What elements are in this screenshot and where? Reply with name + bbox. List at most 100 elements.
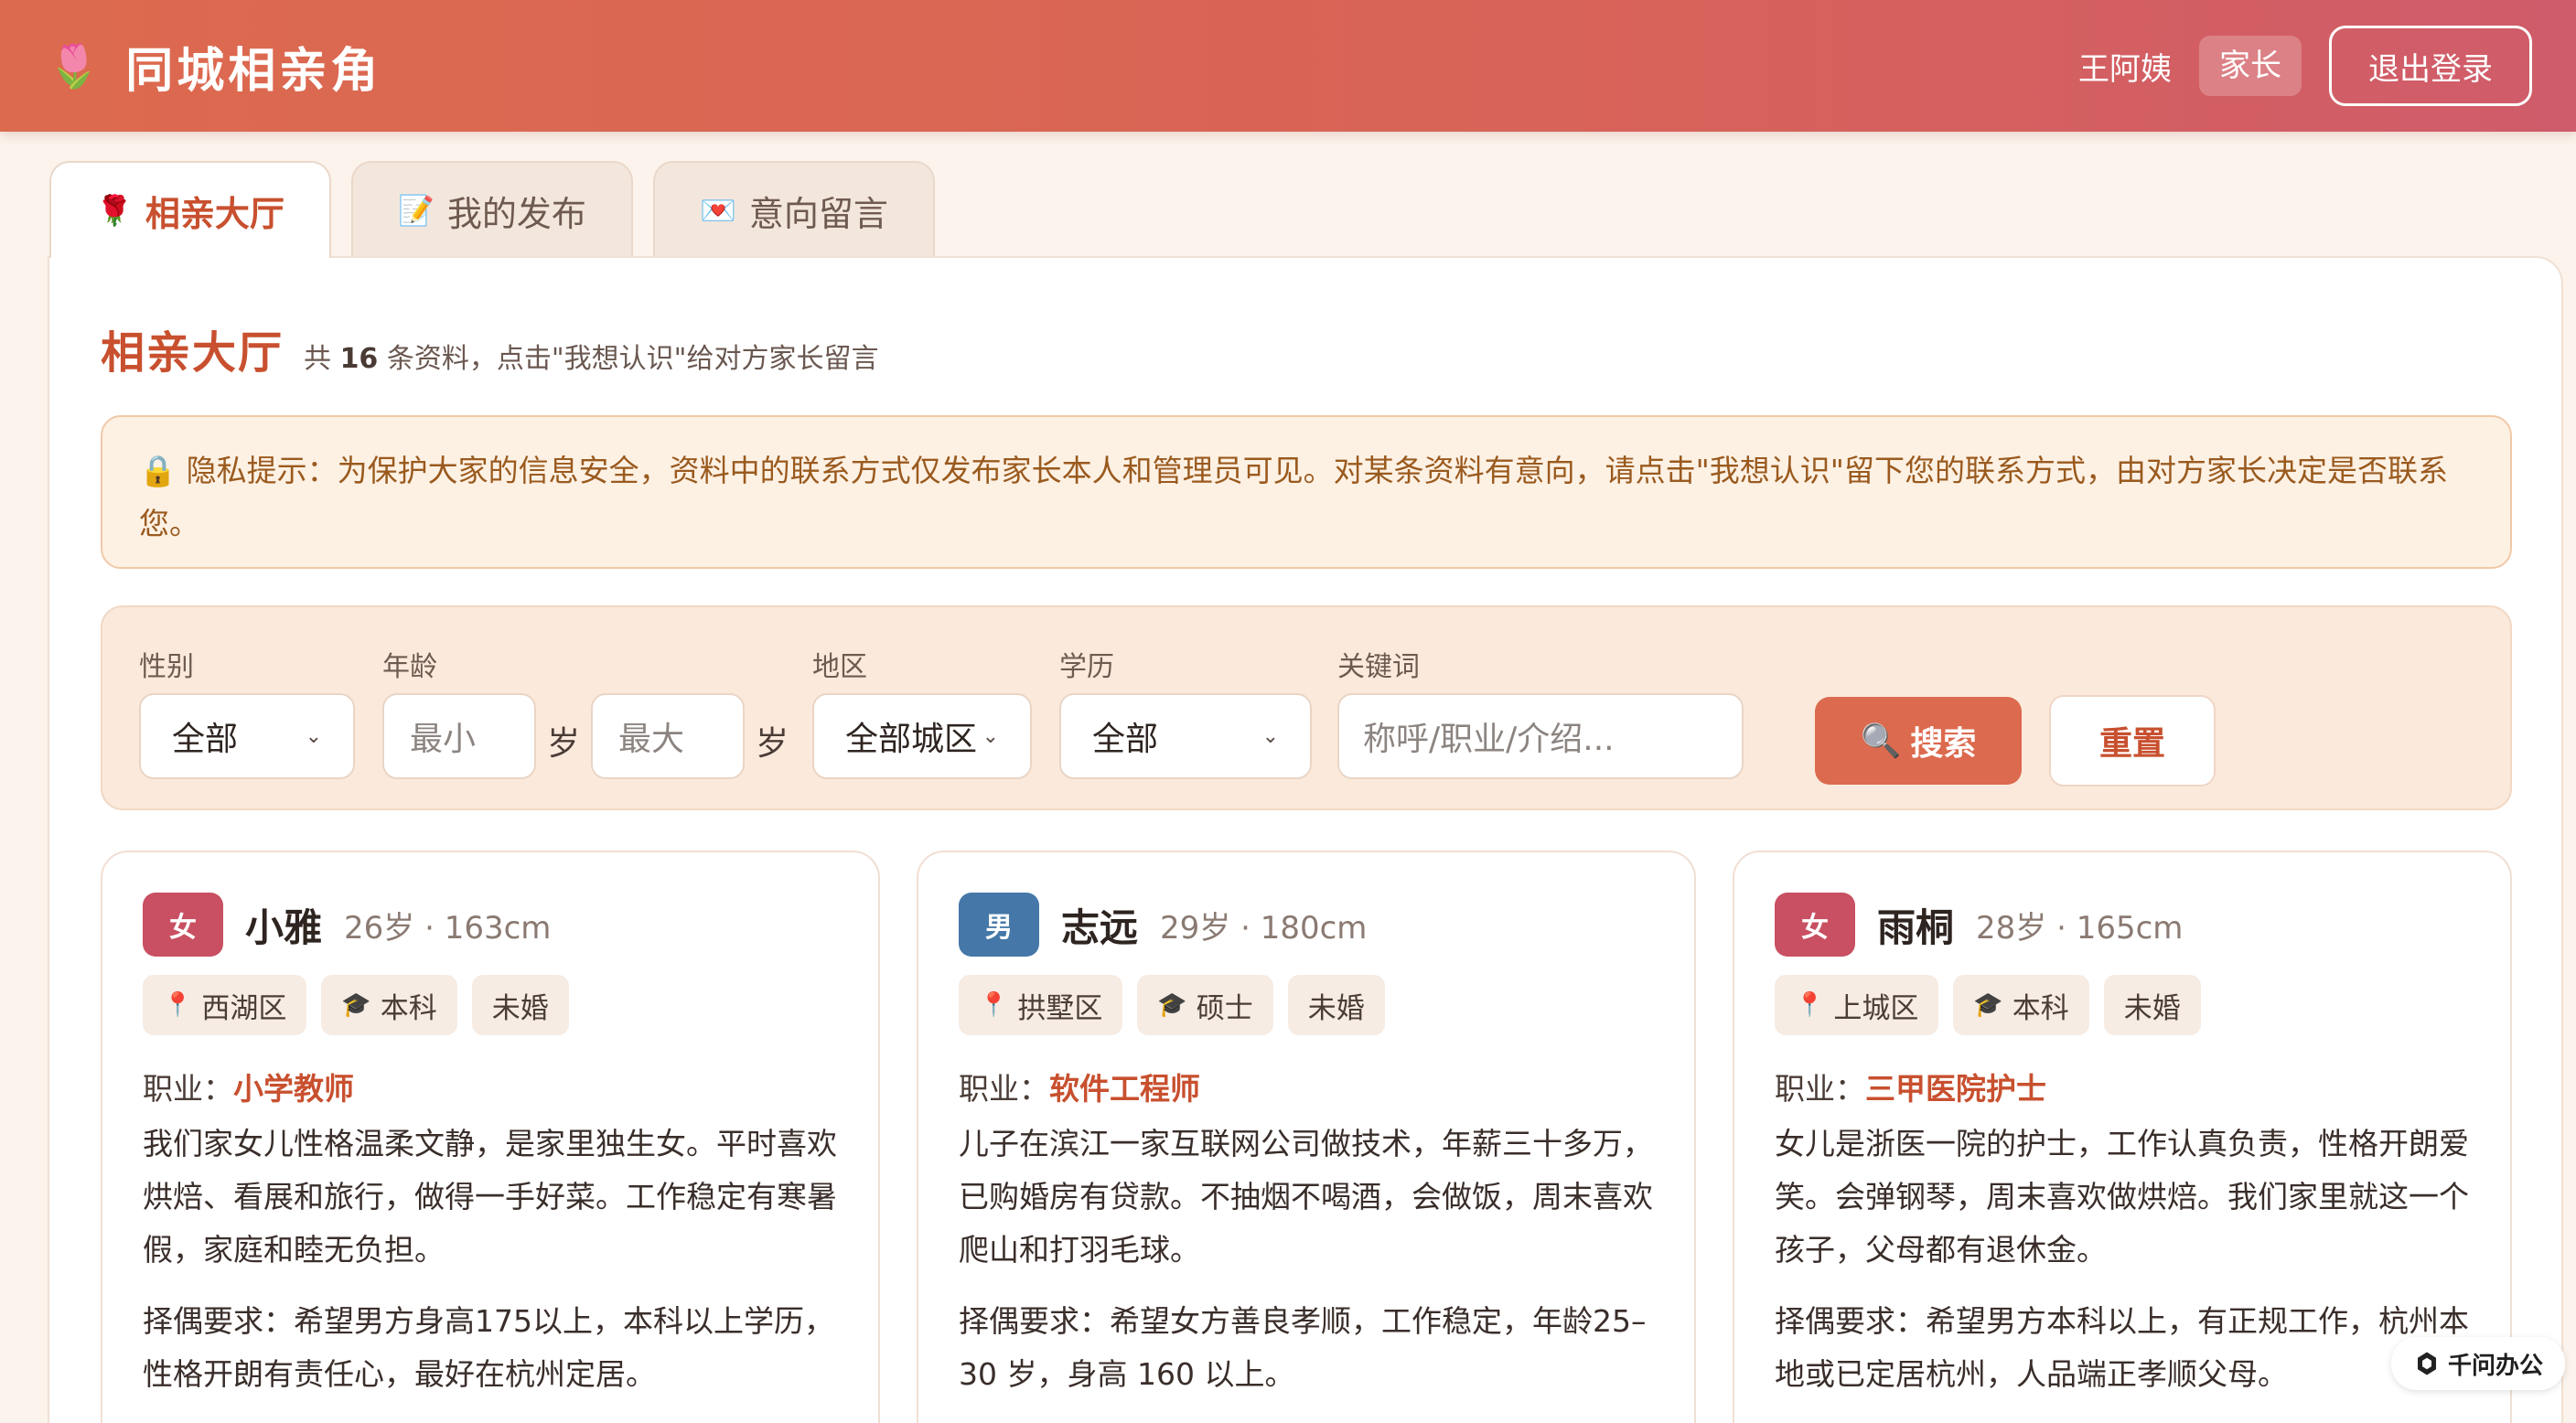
assistant-logo-icon: [2417, 1352, 2436, 1375]
profile-job: 职业：小学教师: [143, 1065, 354, 1108]
profile-card[interactable]: 女 雨桐 28岁 · 165cm 📍 上城区 🎓 本科 未婚 职业：三甲医院护士 女…: [1733, 851, 2512, 1423]
age-unit-max: 岁: [756, 725, 789, 763]
education-tag: 🎓 本科: [1953, 975, 2089, 1035]
profile-tags: 📍 拱墅区 🎓 硕士 未婚: [959, 975, 1385, 1035]
profile-requirement: 择偶要求：希望男方身高175以上，本科以上学历，性格开朗有责任心，最好在杭州定居…: [143, 1303, 834, 1392]
education-value: 全部: [1092, 721, 1159, 758]
region-select[interactable]: 全部城区 ⌄: [812, 693, 1032, 779]
love-letter-icon: 💌: [700, 193, 736, 228]
tab-my-posts[interactable]: 📝 我的发布: [351, 161, 633, 258]
job-value: 软件工程师: [1049, 1071, 1200, 1107]
keyword-input[interactable]: 称呼/职业/介绍...: [1337, 693, 1744, 779]
profile-tags: 📍 西湖区 🎓 本科 未婚: [143, 975, 569, 1035]
graduation-cap-icon: 🎓: [1973, 991, 2003, 1019]
gender-value: 全部: [172, 721, 239, 758]
tab-bar: 🌹 相亲大厅 📝 我的发布 💌 意向留言: [49, 161, 935, 258]
keyword-label: 关键词: [1337, 651, 1420, 683]
education-tag: 🎓 硕士: [1137, 975, 1273, 1035]
chevron-down-icon: ⌄: [982, 724, 999, 748]
education-select[interactable]: 全部 ⌄: [1059, 693, 1312, 779]
profile-meta: 29岁 · 180cm: [1160, 909, 1368, 947]
tab-label: 相亲大厅: [145, 193, 284, 234]
profile-requirement: 择偶要求：希望女方善良孝顺，工作稳定，年龄25–30 岁，身高 160 以上。: [959, 1303, 1647, 1392]
search-button[interactable]: 🔍 搜索: [1815, 697, 2022, 785]
profile-intro: 女儿是浙医一院的护士，工作认真负责，性格开朗爱笑。会弹钢琴，周末喜欢做烘焙。我们…: [1775, 1126, 2469, 1268]
profile-job: 职业：软件工程师: [959, 1065, 1200, 1108]
tab-messages[interactable]: 💌 意向留言: [653, 161, 935, 258]
marital-tag: 未婚: [1287, 975, 1385, 1035]
job-label: 职业：: [143, 1071, 233, 1107]
assistant-badge[interactable]: 千问办公: [2391, 1337, 2565, 1390]
age-min-input[interactable]: 最小: [382, 693, 536, 779]
profile-intro: 我们家女儿性格温柔文静，是家里独生女。平时喜欢烘焙、看展和旅行，做得一手好菜。工…: [143, 1126, 837, 1268]
pin-icon: 📍: [979, 991, 1009, 1019]
rose-icon: 🌹: [96, 193, 133, 228]
tag-text: 未婚: [2123, 991, 2181, 1025]
card-header: 女 小雅 26岁 · 163cm: [143, 893, 551, 957]
page-title: 相亲大厅: [101, 327, 284, 379]
profile-intro: 儿子在滨江一家互联网公司做技术，年薪三十多万，已购婚房有贷款。不抽烟不喝酒，会做…: [959, 1126, 1653, 1268]
tag-text: 本科: [380, 991, 437, 1025]
profile-card[interactable]: 女 小雅 26岁 · 163cm 📍 西湖区 🎓 本科 未婚 职业：小学教师 我们家…: [101, 851, 880, 1423]
profile-count: 16: [339, 343, 379, 375]
tag-text: 未婚: [1307, 991, 1365, 1025]
profile-tags: 📍 上城区 🎓 本科 未婚: [1775, 975, 2201, 1035]
subtitle-suffix: 条资料，点击"我想认识"给对方家长留言: [386, 343, 879, 375]
profile-card[interactable]: 男 志远 29岁 · 180cm 📍 拱墅区 🎓 硕士 未婚 职业：软件工程师 儿子…: [917, 851, 1696, 1423]
memo-icon: 📝: [398, 193, 435, 228]
age-label: 年龄: [382, 651, 437, 683]
subtitle-prefix: 共: [304, 343, 332, 375]
profile-name: 志远: [1061, 904, 1139, 950]
gender-label: 性别: [139, 651, 194, 683]
profile-name: 小雅: [245, 904, 323, 950]
marital-tag: 未婚: [471, 975, 569, 1035]
tag-text: 拱墅区: [1017, 991, 1103, 1025]
pin-icon: 📍: [1795, 991, 1825, 1019]
privacy-notice-text: 隐私提示：为保护大家的信息安全，资料中的联系方式仅发布家长本人和管理员可见。对某…: [139, 453, 2448, 541]
tag-text: 本科: [2012, 991, 2069, 1025]
region-label: 地区: [812, 651, 867, 683]
profile-meta: 28岁 · 165cm: [1976, 909, 2184, 947]
job-label: 职业：: [959, 1071, 1049, 1107]
education-label: 学历: [1059, 651, 1114, 683]
card-header: 女 雨桐 28岁 · 165cm: [1775, 893, 2183, 957]
chevron-down-icon: ⌄: [1261, 724, 1279, 748]
logout-button[interactable]: 退出登录: [2329, 26, 2532, 106]
gender-select[interactable]: 全部 ⌄: [139, 693, 355, 779]
lock-icon: 🔒: [139, 453, 177, 488]
app-header: 🌷 同城相亲角 王阿姨 家长 退出登录: [0, 0, 2576, 132]
job-value: 三甲医院护士: [1865, 1071, 2046, 1107]
tag-text: 西湖区: [201, 991, 287, 1025]
gender-badge: 女: [143, 893, 223, 957]
main-panel: 相亲大厅 共 16 条资料，点击"我想认识"给对方家长留言 🔒 隐私提示：为保护…: [48, 256, 2563, 1423]
card-header: 男 志远 29岁 · 180cm: [959, 893, 1367, 957]
brand[interactable]: 🌷 同城相亲角: [48, 32, 381, 101]
tab-hall[interactable]: 🌹 相亲大厅: [49, 161, 331, 258]
tag-text: 硕士: [1196, 991, 1253, 1025]
tag-text: 未婚: [491, 991, 549, 1025]
pin-icon: 📍: [163, 991, 193, 1019]
district-tag: 📍 上城区: [1775, 975, 1939, 1035]
magnifier-icon: 🔍: [1860, 722, 1902, 759]
user-area: 王阿姨 家长 退出登录: [2078, 26, 2532, 106]
profile-meta: 26岁 · 163cm: [344, 909, 552, 947]
app-title: 同城相亲角: [125, 43, 382, 99]
tab-label: 意向留言: [748, 193, 888, 234]
district-tag: 📍 西湖区: [143, 975, 307, 1035]
reset-button[interactable]: 重置: [2049, 695, 2216, 786]
graduation-cap-icon: 🎓: [1157, 991, 1187, 1019]
district-tag: 📍 拱墅区: [959, 975, 1123, 1035]
page-heading: 相亲大厅 共 16 条资料，点击"我想认识"给对方家长留言: [101, 316, 878, 380]
privacy-notice: 🔒 隐私提示：为保护大家的信息安全，资料中的联系方式仅发布家长本人和管理员可见。…: [101, 415, 2512, 569]
user-name: 王阿姨: [2078, 50, 2172, 88]
education-tag: 🎓 本科: [321, 975, 457, 1035]
profile-requirement: 择偶要求：希望男方本科以上，有正规工作，杭州本地或已定居杭州，人品端正孝顺父母。: [1775, 1303, 2469, 1392]
role-badge: 家长: [2199, 36, 2302, 96]
profile-job: 职业：三甲医院护士: [1775, 1065, 2046, 1108]
region-value: 全部城区: [845, 721, 978, 758]
age-max-input[interactable]: 最大: [591, 693, 745, 779]
age-unit-min: 岁: [547, 725, 581, 763]
gender-badge: 女: [1775, 893, 1855, 957]
page-subtitle: 共 16 条资料，点击"我想认识"给对方家长留言: [304, 336, 878, 376]
assistant-label: 千问办公: [2447, 1352, 2543, 1380]
